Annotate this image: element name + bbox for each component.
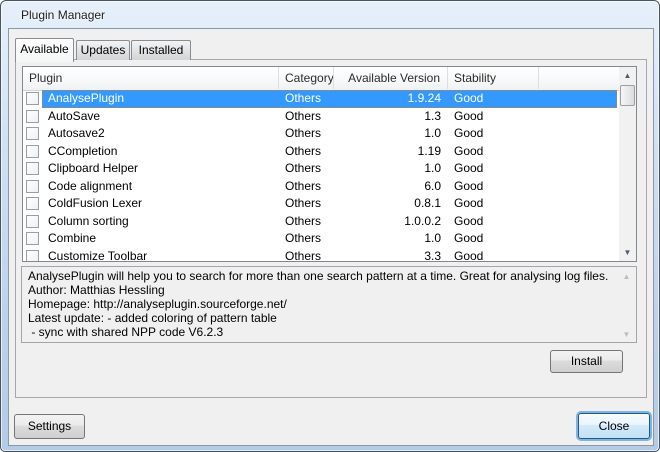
table-row[interactable]: AnalysePluginOthers1.9.24Good [23, 90, 619, 108]
plugin-list: Plugin Category Available Version Stabil… [22, 66, 637, 262]
description-line: - sync with shared NPP code V6.2.3 [28, 325, 612, 339]
table-row[interactable]: Column sortingOthers1.0.0.2Good [23, 213, 619, 231]
plugin-manager-dialog: Plugin Manager Available Updates Install… [0, 0, 660, 452]
plugin-checkbox[interactable] [26, 127, 39, 140]
cell-stability: Good [454, 160, 554, 178]
plugin-checkbox[interactable] [26, 232, 39, 245]
cell-version: 1.0 [334, 125, 441, 143]
cell-version: 1.0 [334, 230, 441, 248]
tab-updates[interactable]: Updates [76, 40, 130, 60]
cell-plugin: AnalysePlugin [48, 90, 278, 108]
cell-plugin: ColdFusion Lexer [48, 195, 278, 213]
plugin-checkbox[interactable] [26, 92, 39, 105]
cell-stability: Good [454, 108, 554, 126]
description-line: Latest update: - added coloring of patte… [28, 311, 612, 325]
scroll-down-icon: ▼ [618, 326, 635, 343]
column-header-filler [539, 67, 619, 89]
plugin-checkbox[interactable] [26, 162, 39, 175]
cell-plugin: AutoSave [48, 108, 278, 126]
table-row[interactable]: CombineOthers1.0Good [23, 230, 619, 248]
tab-available[interactable]: Available [15, 38, 74, 62]
table-row[interactable]: Customize ToolbarOthers3.3Good [23, 248, 619, 263]
cell-version: 1.0 [334, 160, 441, 178]
cell-version: 1.0.0.2 [334, 213, 441, 231]
cell-stability: Good [454, 90, 554, 108]
dialog-client-area: Available Updates Installed Plugin Categ… [9, 29, 653, 445]
plugin-checkbox[interactable] [26, 145, 39, 158]
cell-version: 1.3 [334, 108, 441, 126]
cell-stability: Good [454, 125, 554, 143]
cell-plugin: Autosave2 [48, 125, 278, 143]
table-row[interactable]: ColdFusion LexerOthers0.8.1Good [23, 195, 619, 213]
cell-version: 6.0 [334, 178, 441, 196]
table-row[interactable]: Clipboard HelperOthers1.0Good [23, 160, 619, 178]
table-row[interactable]: CCompletionOthers1.19Good [23, 143, 619, 161]
cell-stability: Good [454, 178, 554, 196]
tab-installed-label: Installed [139, 43, 184, 57]
tab-installed[interactable]: Installed [131, 40, 191, 60]
cell-plugin: Column sorting [48, 213, 278, 231]
column-header-available-version[interactable]: Available Version [334, 67, 448, 89]
description-scrollbar: ▲ ▼ [618, 268, 635, 343]
cell-version: 3.3 [334, 248, 441, 263]
plugin-description-text: AnalysePlugin will help you to search fo… [22, 267, 618, 341]
scroll-up-icon[interactable]: ▲ [619, 67, 636, 84]
plugin-list-header: Plugin Category Available Version Stabil… [23, 67, 619, 91]
table-row[interactable]: Autosave2Others1.0Good [23, 125, 619, 143]
window-title: Plugin Manager [21, 8, 105, 22]
cell-version: 0.8.1 [334, 195, 441, 213]
plugin-checkbox[interactable] [26, 215, 39, 228]
scroll-down-icon[interactable]: ▼ [619, 244, 636, 261]
scroll-up-icon: ▲ [618, 268, 635, 285]
plugin-checkbox[interactable] [26, 110, 39, 123]
cell-stability: Good [454, 248, 554, 263]
cell-stability: Good [454, 143, 554, 161]
description-line: Homepage: http://analyseplugin.sourcefor… [28, 297, 612, 311]
scrollbar-thumb[interactable] [620, 85, 635, 106]
cell-version: 1.9.24 [334, 90, 441, 108]
description-line: AnalysePlugin will help you to search fo… [28, 269, 612, 283]
tab-available-label: Available [20, 42, 68, 56]
cell-plugin: Clipboard Helper [48, 160, 278, 178]
cell-plugin: Customize Toolbar [48, 248, 278, 263]
close-button[interactable]: Close [578, 413, 650, 439]
column-header-stability[interactable]: Stability [448, 67, 539, 89]
plugin-checkbox[interactable] [26, 250, 39, 263]
cell-plugin: Combine [48, 230, 278, 248]
titlebar[interactable]: Plugin Manager [1, 1, 659, 29]
description-box[interactable]: AnalysePlugin will help you to search fo… [21, 266, 637, 343]
table-row[interactable]: Code alignmentOthers6.0Good [23, 178, 619, 196]
settings-button[interactable]: Settings [14, 414, 85, 439]
list-scrollbar[interactable]: ▲ ▼ [619, 67, 636, 261]
cell-stability: Good [454, 213, 554, 231]
table-row[interactable]: AutoSaveOthers1.3Good [23, 108, 619, 126]
cell-stability: Good [454, 230, 554, 248]
column-header-category[interactable]: Category [279, 67, 334, 89]
plugin-checkbox[interactable] [26, 197, 39, 210]
cell-plugin: Code alignment [48, 178, 278, 196]
cell-version: 1.19 [334, 143, 441, 161]
column-header-plugin[interactable]: Plugin [23, 67, 279, 89]
tab-updates-label: Updates [81, 43, 126, 57]
cell-plugin: CCompletion [48, 143, 278, 161]
cell-stability: Good [454, 195, 554, 213]
description-line: Author: Matthias Hessling [28, 283, 612, 297]
plugin-checkbox[interactable] [26, 180, 39, 193]
install-button[interactable]: Install [550, 350, 623, 373]
